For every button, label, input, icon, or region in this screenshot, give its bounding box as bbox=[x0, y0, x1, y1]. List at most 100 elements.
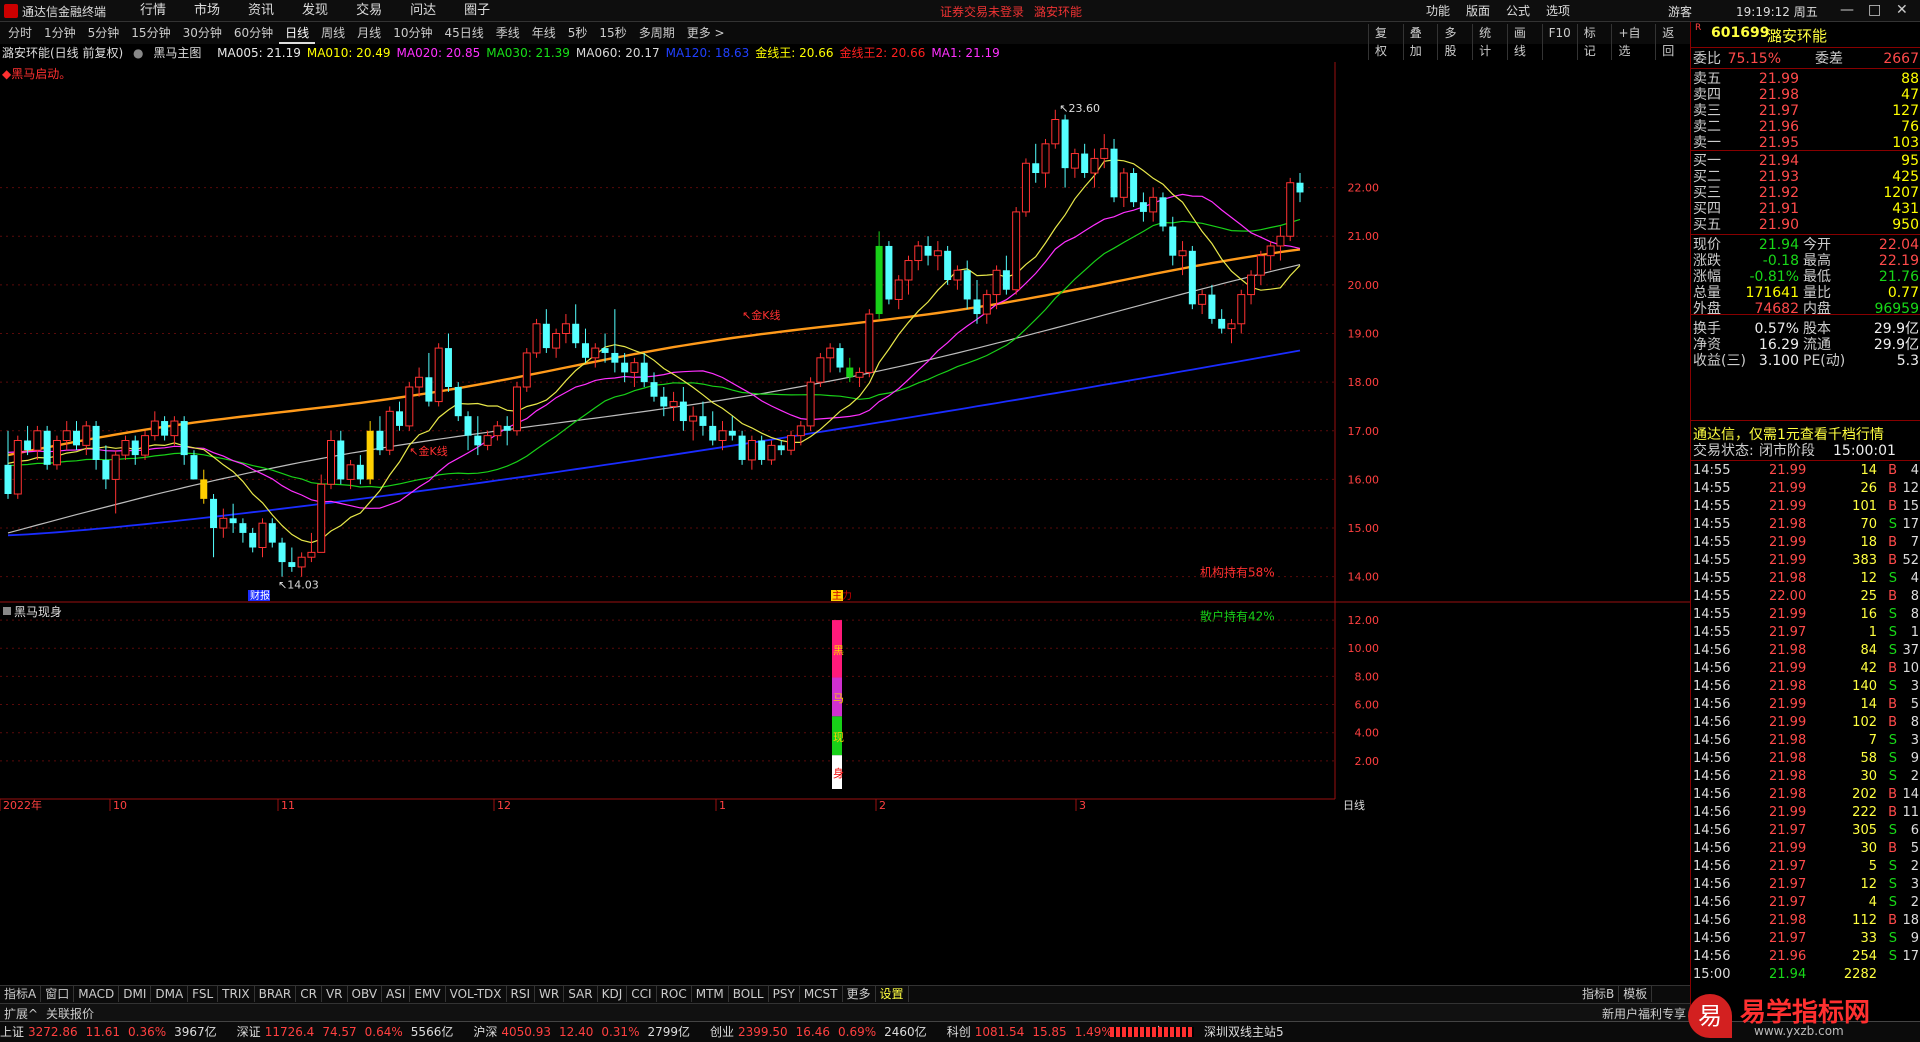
period-tab[interactable]: 1分钟 bbox=[38, 24, 82, 44]
indicator-tab[interactable]: 窗口 bbox=[41, 986, 75, 1002]
period-tab[interactable]: 分时 bbox=[2, 24, 38, 44]
candle bbox=[493, 421, 502, 441]
indicator-right-tab[interactable]: 模板 bbox=[1619, 986, 1653, 1002]
candle bbox=[709, 411, 717, 446]
period-tab[interactable]: 多周期 bbox=[633, 24, 681, 44]
tool-options[interactable]: 选项 bbox=[1538, 2, 1578, 20]
x-tick-label: 10 bbox=[113, 799, 127, 812]
expand-button[interactable]: 扩展^ bbox=[4, 1005, 38, 1022]
indicator-tab[interactable]: BRAR bbox=[255, 986, 297, 1002]
indicator-tab[interactable]: DMA bbox=[151, 986, 189, 1002]
indicator-tab[interactable]: MACD bbox=[74, 986, 120, 1002]
index-ticker[interactable]: 沪深 4050.93 12.40 0.31% 2799亿 bbox=[473, 1025, 700, 1039]
maximize-icon[interactable]: □ bbox=[1868, 2, 1881, 18]
indicator-tabs: 指标A 窗口 MACD DMI DMA FSL TRIX BRAR CR VR OBV ASI EMV V… bbox=[0, 985, 1690, 1003]
menu-trade[interactable]: 交易 bbox=[342, 2, 396, 20]
indicator-tab[interactable]: VOL-TDX bbox=[446, 986, 507, 1002]
menu-wenda[interactable]: 问达 bbox=[396, 2, 450, 20]
promo-text[interactable]: 通达信，仅需1元查看千档行情 bbox=[1693, 424, 1884, 444]
tick-list[interactable]: 14:55 21.99 14 B 4 14:55 21.99 26 B 12 14:55 21.99 1… bbox=[1691, 462, 1920, 1017]
indicator-tab[interactable]: CR bbox=[296, 986, 322, 1002]
menu-market[interactable]: 市场 bbox=[180, 2, 234, 20]
indicator-tab[interactable]: 设置 bbox=[876, 986, 909, 1002]
minimize-icon[interactable]: — bbox=[1840, 2, 1854, 18]
tick-price: 21.98 bbox=[1769, 679, 1807, 694]
tool-formula[interactable]: 公式 bbox=[1498, 2, 1538, 20]
index-ticker[interactable]: 深证 11726.4 74.57 0.64% 5566亿 bbox=[237, 1025, 464, 1039]
tick-row: 14:56 21.99 102 B 8 bbox=[1691, 714, 1920, 732]
tick-row: 14:55 21.98 12 S 4 bbox=[1691, 570, 1920, 588]
tick-volume: 30 bbox=[1860, 769, 1877, 784]
period-tab[interactable]: 60分钟 bbox=[228, 24, 279, 44]
index-ticker[interactable]: 创业 2399.50 16.46 0.69% 2460亿 bbox=[710, 1025, 937, 1039]
server-name[interactable]: 深圳双线主站5 bbox=[1204, 1022, 1284, 1042]
bid-level[interactable]: 买五 21.90 950 bbox=[1691, 216, 1920, 235]
chart-tool-button[interactable]: 返回 bbox=[1655, 24, 1690, 60]
indicator-tab[interactable]: SAR bbox=[564, 986, 598, 1002]
x-tick-label: 2 bbox=[879, 799, 886, 812]
index-name: 深证 bbox=[236, 1025, 261, 1039]
indicator-tab[interactable]: 指标A bbox=[0, 986, 42, 1002]
tick-volume: 254 bbox=[1852, 949, 1877, 964]
period-tab[interactable]: 年线 bbox=[526, 24, 562, 44]
candle bbox=[1002, 255, 1010, 295]
index-change: 11.61 bbox=[85, 1025, 120, 1039]
tick-volume: 12 bbox=[1860, 877, 1877, 892]
tool-function[interactable]: 功能 bbox=[1418, 2, 1458, 20]
menu-discover[interactable]: 发现 bbox=[288, 2, 342, 20]
period-tab[interactable]: 15分钟 bbox=[125, 24, 176, 44]
menu-circle[interactable]: 圈子 bbox=[450, 2, 504, 20]
indicator-tab[interactable]: PSY bbox=[769, 986, 800, 1002]
period-tab[interactable]: 45日线 bbox=[438, 24, 489, 44]
indicator-tab[interactable]: ASI bbox=[382, 986, 411, 1002]
candle bbox=[1041, 138, 1050, 188]
period-tab[interactable]: 15秒 bbox=[593, 24, 632, 44]
indicator-tab[interactable]: OBV bbox=[348, 986, 383, 1002]
main-indicator-label[interactable]: ● 黑马主图 bbox=[133, 46, 211, 60]
period-tab[interactable]: 月线 bbox=[351, 24, 387, 44]
period-tab[interactable]: 季线 bbox=[490, 24, 526, 44]
period-tab[interactable]: 30分钟 bbox=[177, 24, 228, 44]
indicator-tab[interactable]: WR bbox=[535, 986, 565, 1002]
indicator-right-tab[interactable]: 指标B bbox=[1578, 986, 1620, 1002]
index-ticker[interactable]: 上证 3272.86 11.61 0.36% 3967亿 bbox=[0, 1025, 227, 1039]
indicator-tab[interactable]: DMI bbox=[119, 986, 152, 1002]
candlestick-chart[interactable]: 14.0015.0016.0017.0018.0019.0020.0021.00… bbox=[0, 62, 1690, 985]
tick-side: B bbox=[1888, 535, 1897, 550]
tick-time: 14:56 bbox=[1693, 661, 1731, 676]
indicator-tab[interactable]: VR bbox=[322, 986, 348, 1002]
login-notice[interactable]: 证券交易未登录 bbox=[940, 3, 1024, 20]
candle bbox=[33, 425, 42, 460]
period-tab[interactable]: 5分钟 bbox=[82, 24, 126, 44]
candle bbox=[914, 241, 923, 271]
period-tab[interactable]: 周线 bbox=[315, 24, 351, 44]
period-tab[interactable]: 日线 bbox=[279, 24, 316, 44]
indicator-tab[interactable]: TRIX bbox=[218, 986, 255, 1002]
candle bbox=[131, 435, 139, 465]
indicator-tab[interactable]: RSI bbox=[507, 986, 536, 1002]
indicator-tab[interactable]: BOLL bbox=[729, 986, 769, 1002]
related-quotes-tab[interactable]: 关联报价 bbox=[46, 1005, 94, 1022]
indicator-tab[interactable]: FSL bbox=[188, 986, 219, 1002]
indicator-tab[interactable]: MTM bbox=[692, 986, 729, 1002]
close-icon[interactable]: ✕ bbox=[1896, 2, 1908, 18]
guest-label[interactable]: 游客 bbox=[1668, 3, 1692, 20]
period-tab[interactable]: 5秒 bbox=[562, 24, 594, 44]
tick-side: B bbox=[1888, 697, 1897, 712]
new-user-promo[interactable]: 新用户福利专享 bbox=[1602, 1005, 1686, 1022]
indicator-tab[interactable]: KDJ bbox=[598, 986, 628, 1002]
indicator-tab[interactable]: 更多 bbox=[843, 986, 876, 1002]
sub-gear-icon[interactable] bbox=[3, 607, 11, 615]
current-stock-notice[interactable]: 潞安环能 bbox=[1034, 3, 1082, 20]
indicator-tab[interactable]: MCST bbox=[800, 986, 843, 1002]
tool-layout[interactable]: 版面 bbox=[1458, 2, 1498, 20]
candle bbox=[1256, 250, 1265, 285]
tick-price: 21.98 bbox=[1769, 769, 1807, 784]
menu-news[interactable]: 资讯 bbox=[234, 2, 288, 20]
period-tab[interactable]: 10分钟 bbox=[387, 24, 438, 44]
period-tab[interactable]: 更多 > bbox=[681, 24, 731, 44]
menu-quotes[interactable]: 行情 bbox=[126, 2, 180, 20]
indicator-tab[interactable]: CCI bbox=[627, 986, 657, 1002]
indicator-tab[interactable]: EMV bbox=[410, 986, 446, 1002]
indicator-tab[interactable]: ROC bbox=[657, 986, 692, 1002]
